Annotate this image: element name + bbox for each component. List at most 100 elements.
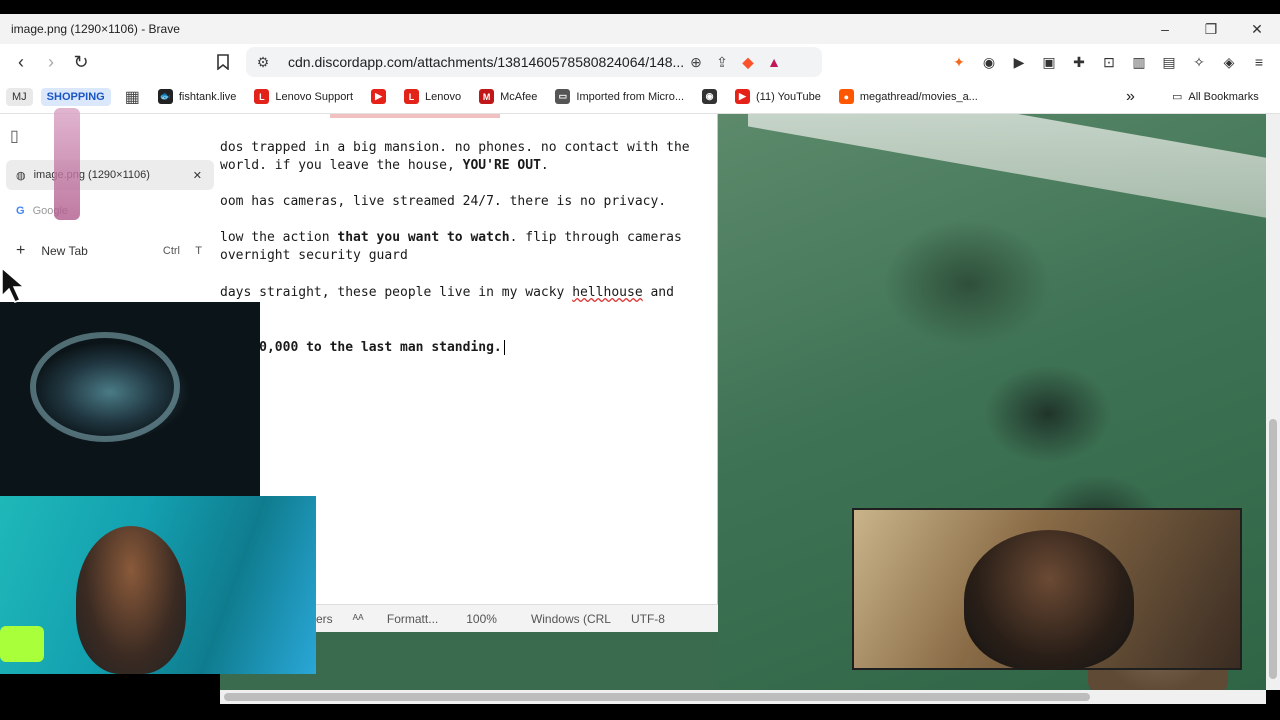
doc-line-4: low the action that you want to watch. f… xyxy=(220,230,682,245)
tab-title: image.png (1290×1106) xyxy=(33,169,150,181)
status-line-ending: Windows (CRL xyxy=(530,611,611,626)
green-object xyxy=(0,626,44,662)
vertical-scroll-thumb[interactable] xyxy=(1269,419,1277,679)
bookmark-favicon-icon: ◉ xyxy=(702,89,717,104)
youtube-extension-icon[interactable]: ▶ xyxy=(1006,48,1032,76)
bookmarks-bar: MJ SHOPPING ▦ 🐟 fishtank.live L Lenovo Supp… xyxy=(0,80,1280,114)
bookmark-label: Lenovo Support xyxy=(275,90,354,103)
leo-ai-icon[interactable]: ✧ xyxy=(1186,48,1212,76)
bookmark-item[interactable]: ▭ Imported from Micro... xyxy=(555,89,684,104)
url-text[interactable]: cdn.discordapp.com/attachments/138146057… xyxy=(288,54,683,70)
site-settings-icon[interactable]: ⚙ xyxy=(250,49,276,75)
back-button[interactable]: ‹ xyxy=(6,47,36,77)
streamer-webcam-right xyxy=(852,508,1242,670)
forward-button[interactable]: › xyxy=(36,47,66,77)
doc-line-3: oom has cameras, live streamed 24/7. the… xyxy=(220,194,667,209)
bookmark-favicon-icon: ▭ xyxy=(555,89,571,104)
bookmark-label: Lenovo xyxy=(425,90,462,103)
streamer-figure xyxy=(76,526,186,674)
vertical-scrollbar[interactable] xyxy=(1266,114,1280,690)
bookmark-item[interactable]: 🐟 fishtank.live xyxy=(157,89,237,104)
streamer-webcam-left xyxy=(0,496,316,674)
extension-icon[interactable]: ✦ xyxy=(946,48,972,76)
wallet-icon[interactable]: ▤ xyxy=(1156,48,1182,76)
bookmark-item[interactable]: M McAfee xyxy=(479,89,537,104)
reload-button[interactable]: ↻ xyxy=(66,47,96,77)
media-extension-icon[interactable]: ▣ xyxy=(1036,48,1062,76)
doc-line-6: days straight, these people live in my w… xyxy=(220,285,674,300)
folder-icon: ▭ xyxy=(1172,91,1183,103)
google-icon: G xyxy=(16,205,25,217)
horizontal-scrollbar[interactable] xyxy=(220,690,1266,704)
bookmark-label: McAfee xyxy=(500,90,538,103)
game-capture-overlay xyxy=(0,302,260,496)
extensions-area: ✦ ◉ ▶ ▣ ✚ ⊡ ▥ ▤ ✧ ◈ ≡ xyxy=(946,48,1272,76)
title-bar: image.png (1290×1106) - Brave – ❐ ✕ xyxy=(0,14,1280,44)
address-bar[interactable]: ⚙ cdn.discordapp.com/attachments/1381460… xyxy=(246,47,822,77)
address-toolbar: ‹ › ↻ ⚙ cdn.discordapp.com/attachments/1… xyxy=(0,44,1280,80)
bookmark-favicon-icon: L xyxy=(254,89,270,104)
bookmark-list: 🐟 fishtank.live L Lenovo Support ▶ L Lenovo M Mc… xyxy=(157,89,996,104)
brave-rewards-icon[interactable]: ▲ xyxy=(761,49,787,75)
bookmark-icon[interactable] xyxy=(208,47,238,77)
browser-window: image.png (1290×1106) - Brave – ❐ ✕ ‹ › … xyxy=(0,0,1280,720)
tab-google[interactable]: G Google xyxy=(6,196,214,226)
highlight-strip xyxy=(330,114,500,118)
close-tab-icon[interactable]: ✕ xyxy=(193,169,202,182)
bookmark-label: fishtank.live xyxy=(178,90,237,103)
menu-icon[interactable]: ≡ xyxy=(1246,48,1272,76)
bookmark-favicon-icon: M xyxy=(479,89,495,104)
bookmark-label: Imported from Micro... xyxy=(576,90,684,103)
bookmark-item[interactable]: ▶ xyxy=(371,89,387,104)
shortcut-ctrl: Ctrl xyxy=(162,245,180,257)
vertical-tabs-sidebar: ▯ ◍ image.png (1290×1106) ✕ G Google + N… xyxy=(0,108,220,304)
streamer-figure-right xyxy=(964,530,1134,670)
screenshot-icon[interactable]: ⊡ xyxy=(1096,48,1122,76)
bookmark-favicon-icon: ▶ xyxy=(371,89,387,104)
bookmark-item[interactable]: ▶ (11) YouTube xyxy=(735,89,821,104)
share-icon[interactable]: ⇪ xyxy=(709,49,735,75)
doc-line-2: world. if you leave the house, YOU'RE OU… xyxy=(220,158,549,173)
new-tab-label: New Tab xyxy=(41,244,88,258)
sidebar-panel-icon[interactable]: ▯ xyxy=(10,126,19,146)
bookmark-item[interactable]: L Lenovo xyxy=(404,89,461,104)
doc-line-5: overnight security guard xyxy=(220,248,408,263)
horizontal-scroll-thumb[interactable] xyxy=(224,693,1090,701)
mouse-cursor-icon xyxy=(1,266,27,303)
profile-chip[interactable]: MJ xyxy=(6,87,33,106)
all-bookmarks-button[interactable]: ▭ All Bookmarks xyxy=(1172,90,1259,104)
close-window-button[interactable]: ✕ xyxy=(1234,14,1280,44)
bookmark-favicon-icon: L xyxy=(404,89,420,104)
maximize-button[interactable]: ❐ xyxy=(1188,14,1234,44)
status-characters: ers xyxy=(316,611,333,626)
status-zoom: 100% xyxy=(466,611,497,626)
new-tab-button[interactable]: + New Tab Ctrl T xyxy=(6,236,214,266)
minimize-button[interactable]: – xyxy=(1142,14,1188,44)
window-title: image.png (1290×1106) - Brave xyxy=(11,22,180,36)
window-controls: – ❐ ✕ xyxy=(1142,14,1280,44)
globe-icon: ◍ xyxy=(16,169,26,182)
apps-grid-icon[interactable]: ▦ xyxy=(125,87,140,107)
status-encoding: UTF-8 xyxy=(630,611,665,626)
bookmark-favicon-icon: 🐟 xyxy=(157,89,173,104)
bookmark-favicon-icon: ● xyxy=(838,89,854,104)
bookmark-label: (11) YouTube xyxy=(756,90,821,103)
tab-image-png[interactable]: ◍ image.png (1290×1106) ✕ xyxy=(6,160,214,190)
bookmark-favicon-icon: ▶ xyxy=(735,89,750,104)
brave-shields-icon[interactable]: ◆ xyxy=(735,49,761,75)
eye-extension-icon[interactable]: ◉ xyxy=(976,48,1002,76)
zoom-icon[interactable]: ⊕ xyxy=(683,49,709,75)
bookmark-item[interactable]: L Lenovo Support xyxy=(254,89,353,104)
bookmarks-overflow-icon[interactable]: » xyxy=(1126,88,1135,106)
vpn-icon[interactable]: ◈ xyxy=(1216,48,1242,76)
shopping-chip[interactable]: SHOPPING xyxy=(40,87,111,106)
all-bookmarks-label: All Bookmarks xyxy=(1188,90,1259,103)
puzzle-extensions-icon[interactable]: ✚ xyxy=(1066,48,1092,76)
doc-line-1: dos trapped in a big mansion. no phones.… xyxy=(220,140,690,155)
format-button[interactable]: ᴬᴬ Formatt... xyxy=(353,612,439,626)
bookmark-item[interactable]: ◉ xyxy=(702,89,717,104)
bookmark-label: megathread/movies_a... xyxy=(859,90,978,103)
shortcut-key: T xyxy=(195,245,202,257)
bookmark-item[interactable]: ● megathread/movies_a... xyxy=(838,89,978,104)
sidebar-toggle-icon[interactable]: ▥ xyxy=(1126,48,1152,76)
